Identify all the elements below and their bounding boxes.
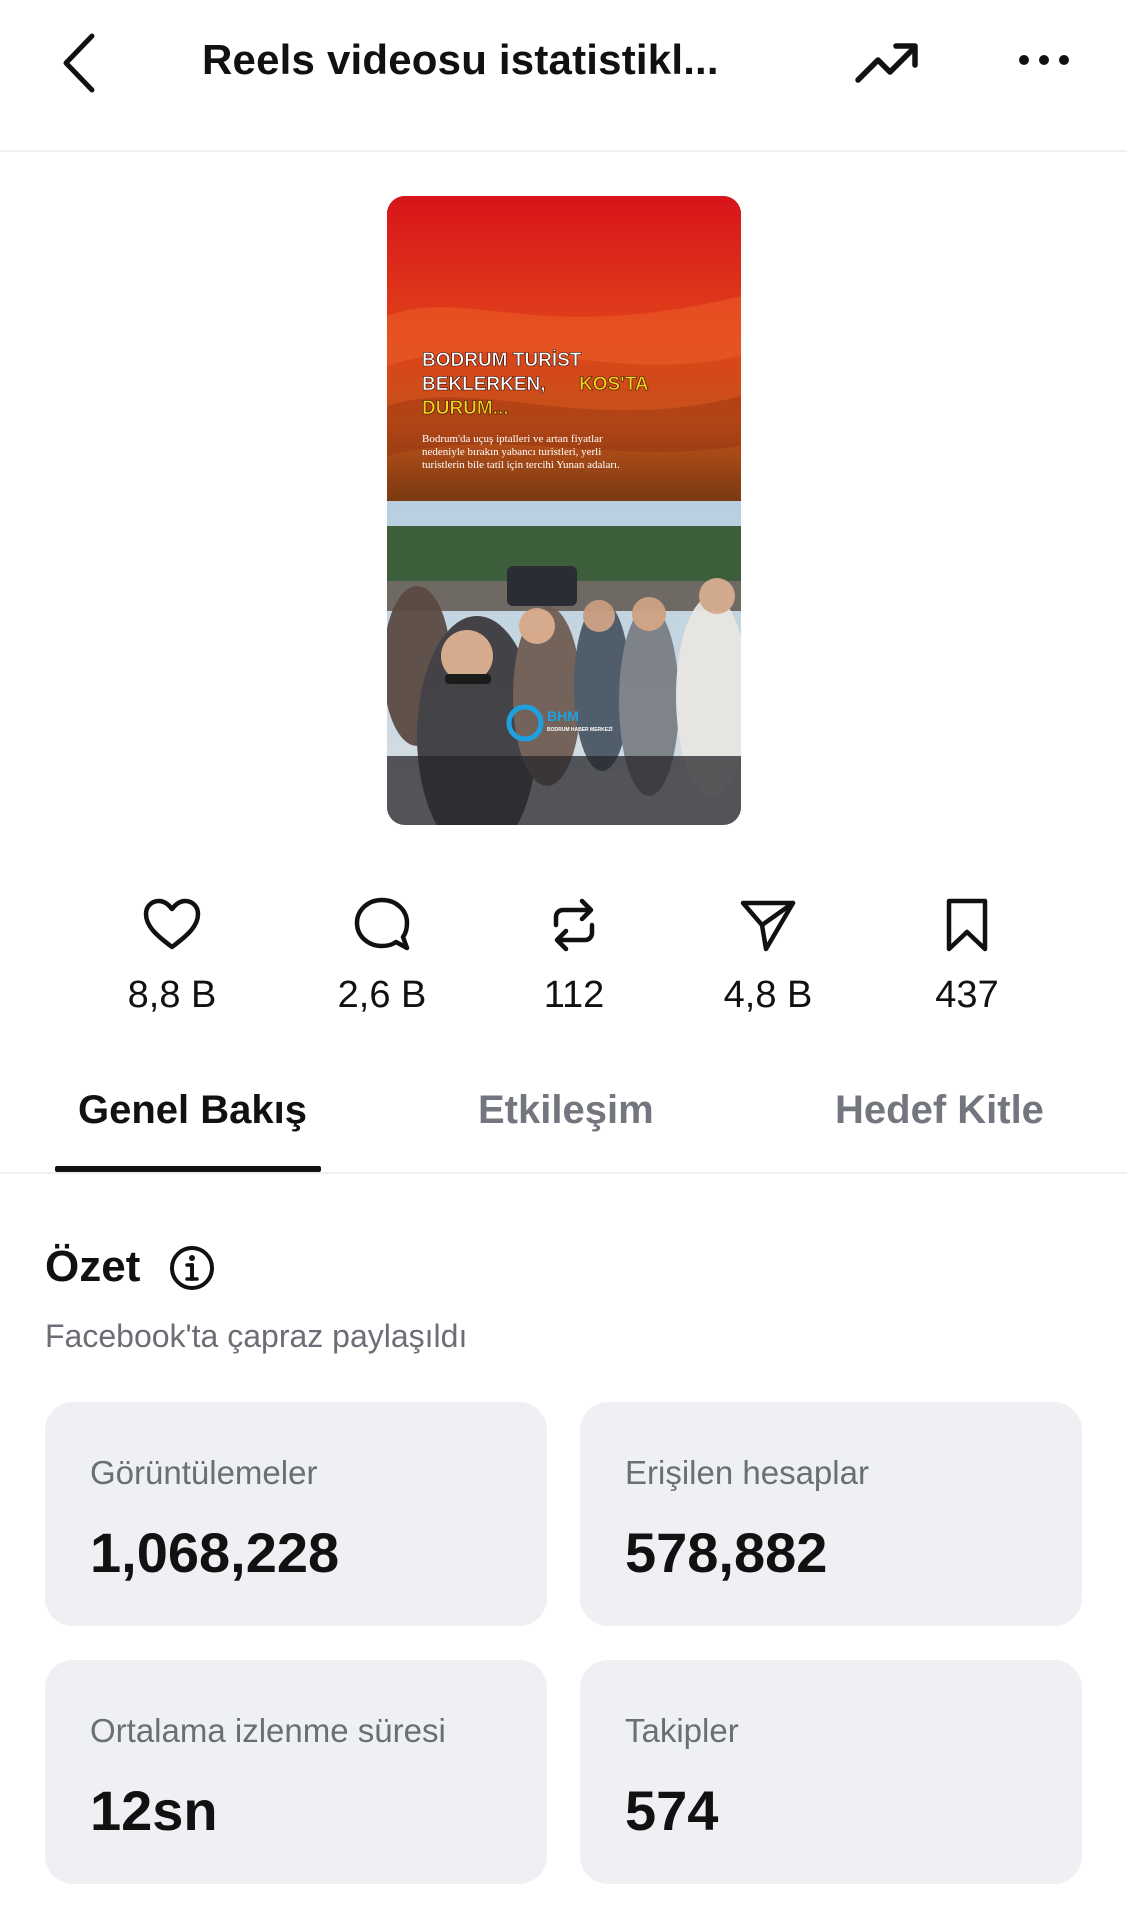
page-title: Reels videosu istatistikl... — [202, 36, 719, 83]
more-horizontal-icon — [1019, 55, 1069, 65]
logo-text: BHM — [547, 708, 579, 724]
thumb-headline-1: BODRUM TURİST — [422, 350, 582, 371]
more-options-button[interactable] — [1014, 40, 1074, 80]
comments-stat[interactable]: 2,6 B — [297, 890, 467, 1017]
back-button[interactable] — [52, 28, 112, 98]
reach-card: Erişilen hesaplar 578,882 — [580, 1402, 1082, 1626]
shares-stat[interactable]: 4,8 B — [683, 890, 853, 1017]
summary-title: Özet — [45, 1242, 141, 1291]
reach-value: 578,882 — [625, 1521, 828, 1584]
likes-count: 8,8 B — [127, 974, 217, 1016]
send-icon — [740, 900, 796, 952]
thumb-headline-3: DURUM... — [422, 398, 509, 419]
views-value: 1,068,228 — [90, 1521, 340, 1584]
follows-label: Takipler — [625, 1712, 739, 1749]
likes-stat[interactable]: 8,8 B — [87, 890, 257, 1017]
top-bar: Reels videosu istatistikl... — [0, 0, 1127, 152]
info-icon[interactable] — [168, 1244, 216, 1292]
follows-card: Takipler 574 — [580, 1660, 1082, 1884]
thumb-body-3: turistlerin bile tatil için tercihi Yuna… — [422, 459, 620, 471]
tab-overview[interactable]: Genel Bakış — [78, 1088, 307, 1133]
tab-engagement[interactable]: Etkileşim — [478, 1088, 654, 1133]
tab-audience[interactable]: Hedef Kitle — [835, 1088, 1044, 1133]
thumb-body-2: nedeniyle bırakın yabancı turistleri, ye… — [422, 446, 601, 458]
watch-time-label: Ortalama izlenme süresi — [90, 1712, 446, 1749]
follows-value: 574 — [625, 1779, 719, 1842]
reposts-count: 112 — [543, 974, 605, 1016]
shares-count: 4,8 B — [723, 974, 813, 1016]
bookmark-icon — [946, 898, 988, 952]
saves-stat[interactable]: 437 — [882, 890, 1052, 1017]
saves-count: 437 — [935, 974, 999, 1016]
active-tab-indicator — [55, 1166, 321, 1172]
logo-subtext: BODRUM HABER MERKEZİ — [547, 726, 613, 733]
comments-count: 2,6 B — [337, 974, 427, 1016]
heart-icon — [143, 898, 201, 950]
views-label: Görüntülemeler — [90, 1454, 318, 1491]
trending-up-icon — [855, 43, 918, 83]
reel-insights-screen: Reels videosu istatistikl... BHM BODRUM … — [0, 0, 1127, 1920]
chevron-left-icon — [63, 33, 95, 93]
watch-time-card: Ortalama izlenme süresi 12sn — [45, 1660, 547, 1884]
reach-label: Erişilen hesaplar — [625, 1454, 869, 1491]
watch-time-value: 12sn — [90, 1779, 218, 1842]
repost-icon — [553, 898, 595, 952]
reel-thumbnail[interactable]: BHM BODRUM HABER MERKEZİ BODRUM TURİST B… — [387, 196, 741, 825]
thumb-headline-2a: BEKLERKEN, — [422, 374, 546, 395]
crosspost-note: Facebook'ta çapraz paylaşıldı — [45, 1318, 468, 1354]
comment-icon — [354, 897, 410, 951]
trending-button[interactable] — [852, 34, 922, 94]
thumb-headline-2b: KOS'TA — [579, 374, 649, 395]
views-card: Görüntülemeler 1,068,228 — [45, 1402, 547, 1626]
tab-bar: Genel Bakış Etkileşim Hedef Kitle — [0, 1060, 1127, 1174]
reposts-stat[interactable]: 112 — [489, 890, 659, 1017]
thumb-body-1: Bodrum'da uçuş iptalleri ve artan fiyatl… — [422, 433, 603, 445]
